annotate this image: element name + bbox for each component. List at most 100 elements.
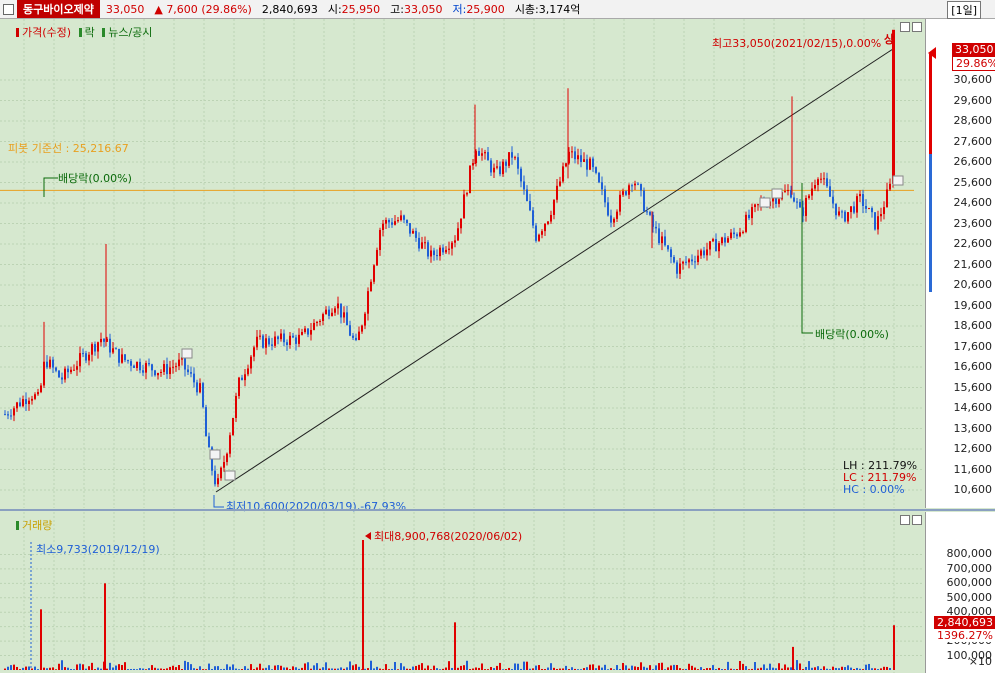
candle-body	[346, 312, 348, 326]
candle-body	[688, 259, 690, 263]
candle-body	[130, 361, 132, 366]
stock-name[interactable]: 동구바이오제약	[17, 0, 100, 18]
candle-body	[676, 262, 678, 274]
candle-body	[823, 178, 825, 180]
candle-body	[91, 344, 93, 355]
volume-bar	[646, 667, 648, 670]
volume-bar	[871, 668, 873, 670]
price-chart-canvas	[0, 19, 924, 508]
price-change: ▲ 7,600 (29.86%)	[154, 2, 252, 16]
candle-body	[193, 373, 195, 383]
low-pointer	[213, 495, 224, 508]
candle-body	[661, 236, 663, 244]
candle-body	[634, 183, 636, 186]
price-tick: 21,600	[953, 257, 993, 271]
volume-bar	[721, 669, 723, 670]
period-selector[interactable]: [1일]	[947, 1, 981, 19]
candle-body	[13, 408, 15, 416]
candle-body	[310, 329, 312, 335]
volume-spike	[893, 625, 895, 670]
panel-separator[interactable]	[0, 509, 995, 511]
candle-body	[811, 188, 813, 196]
volume-bar	[619, 668, 621, 670]
volume-bar	[232, 664, 234, 670]
candle-body	[631, 185, 633, 187]
price-tick: 27,600	[953, 134, 993, 148]
candle-body	[205, 407, 207, 437]
volume-bar	[727, 661, 729, 670]
volume-bar	[685, 668, 687, 670]
volume-bar	[601, 667, 603, 670]
candle-body	[175, 366, 177, 368]
candle-body	[433, 250, 435, 256]
volume-bar	[565, 665, 567, 670]
volume-bar	[769, 663, 771, 670]
candle-body	[511, 152, 513, 158]
candle-body	[478, 151, 480, 156]
volume-bar	[130, 669, 132, 670]
volume-bar	[325, 662, 327, 670]
volume-bar	[160, 668, 162, 670]
candle-body	[871, 208, 873, 213]
candle-body	[400, 215, 402, 221]
volume-bar	[322, 667, 324, 670]
candle-body	[886, 189, 888, 208]
volume-bar	[271, 669, 273, 670]
candle-body	[67, 368, 69, 373]
select-checkbox[interactable]	[3, 3, 14, 15]
volume-chart-panel[interactable]: 거래량 최소9,733(2019/12/19) 최대8,900,768(2020…	[0, 512, 924, 673]
volume-bar	[430, 669, 432, 670]
up-range-bar	[929, 54, 932, 154]
volume-bar	[451, 667, 453, 670]
volume-bar	[253, 669, 255, 670]
candle-body	[865, 206, 867, 209]
volume-bar	[772, 667, 774, 670]
volume-bar	[622, 662, 624, 670]
price-tick: 19,600	[953, 298, 993, 312]
dividend-pointer-1	[43, 177, 58, 197]
candle-body	[616, 211, 618, 219]
volume-bar	[277, 665, 279, 670]
candle-body	[325, 309, 327, 315]
candle-body	[235, 396, 237, 419]
candle-body	[388, 220, 390, 223]
candle-body	[505, 161, 507, 166]
volume-bar	[403, 666, 405, 670]
volume-spike	[40, 609, 42, 670]
price-axis[interactable]: 33,050 29.86% 30,600 29,600 28,600 27,600 26…	[925, 19, 995, 508]
volume-bar	[181, 669, 183, 670]
candle-body	[460, 218, 462, 229]
volume-bar	[823, 666, 825, 670]
volume-bar	[199, 666, 201, 670]
price-tick: 29,600	[953, 93, 993, 107]
volume-axis[interactable]: 100,000200,000300,000400,000500,000600,0…	[925, 512, 995, 673]
candle-body	[481, 153, 483, 156]
volume-bar	[550, 663, 552, 670]
candle-body	[457, 228, 459, 241]
candle-body	[226, 453, 228, 463]
candle-body	[523, 181, 525, 190]
candle-body	[694, 261, 696, 263]
volume-bar	[7, 666, 9, 670]
price-chart-panel[interactable]: 가격(수정) 락 뉴스/공시 피봇 기준선 : 25,216.67 최고33,0…	[0, 19, 924, 513]
candle-body	[742, 231, 744, 233]
candle-body	[487, 152, 489, 161]
volume-tick: 500,000	[946, 590, 993, 604]
candle-body	[484, 152, 486, 154]
volume-bar	[649, 665, 651, 670]
volume-bar	[442, 668, 444, 670]
volume-bar	[529, 668, 531, 670]
candle-body	[709, 241, 711, 250]
volume-bar	[709, 668, 711, 670]
candle-body	[100, 338, 102, 343]
candle-body	[427, 242, 429, 257]
last-candle	[892, 29, 895, 176]
candle-body	[826, 178, 828, 187]
price-tick: 22,600	[953, 237, 993, 250]
volume-bar	[106, 668, 108, 670]
price-tick: 23,600	[953, 216, 993, 230]
candle-body	[202, 383, 204, 408]
volume-bar	[541, 668, 543, 670]
candle-body	[574, 151, 576, 160]
volume-bar	[673, 664, 675, 670]
